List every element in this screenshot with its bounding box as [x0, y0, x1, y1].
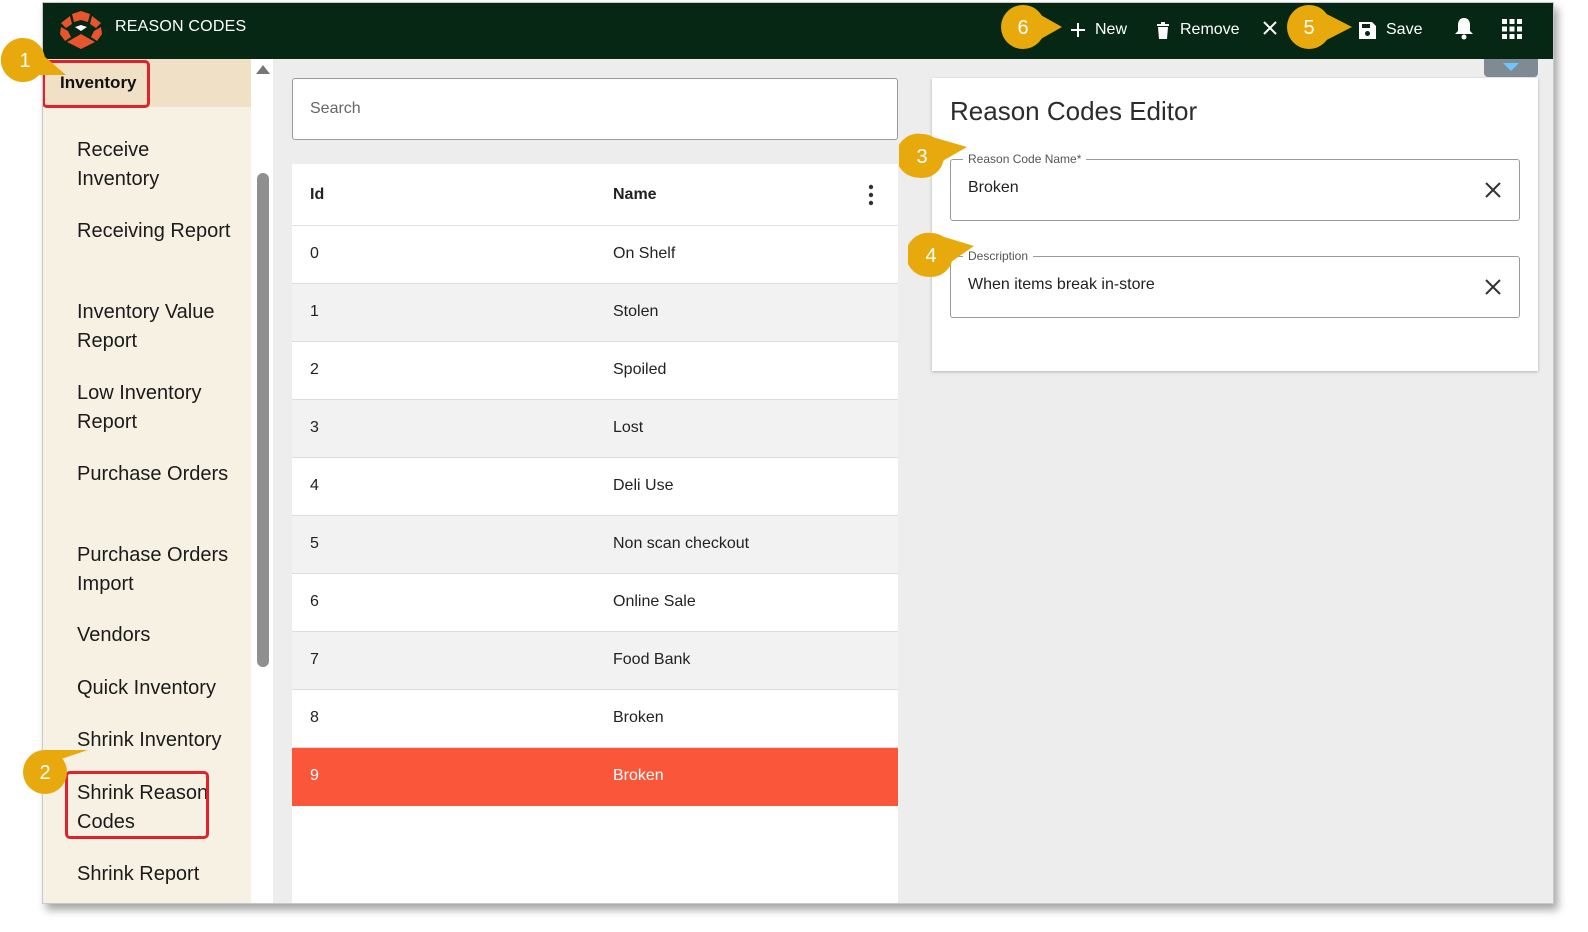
sidebar-item-shrink-inventory[interactable]: Shrink Inventory	[77, 726, 237, 755]
table-row[interactable]: 8 Broken	[292, 690, 898, 748]
save-icon	[1359, 21, 1376, 39]
search-box[interactable]	[292, 78, 898, 140]
cell-id: 5	[310, 535, 319, 552]
column-menu-icon[interactable]	[864, 184, 878, 206]
sidebar-item-inventory-value-report[interactable]: Inventory Value Report	[77, 298, 237, 356]
table-row[interactable]: 5 Non scan checkout	[292, 516, 898, 574]
trash-icon	[1157, 21, 1169, 39]
cell-name: Broken	[613, 709, 664, 726]
column-header-name[interactable]: Name	[613, 186, 657, 204]
callout-1-label: 1	[19, 50, 31, 72]
column-header-id[interactable]: Id	[310, 186, 324, 204]
sidebar-item-purchase-orders[interactable]: Purchase Orders	[77, 460, 237, 489]
sidebar-item-vendors[interactable]: Vendors	[77, 621, 237, 650]
remove-button-label: Remove	[1180, 21, 1240, 38]
grid-header: Id Name	[292, 164, 898, 226]
callout-4-label: 4	[925, 245, 937, 267]
cell-id: 1	[310, 303, 319, 320]
reason-codes-editor-panel: Reason Codes Editor Reason Code Name* Br…	[932, 78, 1538, 371]
new-button-label: New	[1095, 21, 1128, 38]
plus-icon	[1071, 23, 1085, 37]
cell-id: 2	[310, 361, 319, 378]
cell-id: 6	[310, 593, 319, 610]
remove-button[interactable]: Remove	[1156, 15, 1240, 45]
cell-id: 7	[310, 651, 319, 668]
scroll-up-arrow-icon[interactable]	[256, 65, 270, 74]
editor-collapse-toggle[interactable]	[1484, 59, 1538, 77]
scrollbar-thumb[interactable]	[257, 173, 269, 667]
description-field[interactable]: Description When items break in-store	[950, 249, 1520, 318]
table-row[interactable]: 2 Spoiled	[292, 342, 898, 400]
table-row[interactable]: 3 Lost	[292, 400, 898, 458]
table-row[interactable]: 1 Stolen	[292, 284, 898, 342]
app-title: REASON CODES	[115, 18, 247, 35]
cell-name: Food Bank	[613, 651, 691, 668]
callout-2-label: 2	[39, 762, 51, 784]
table-row[interactable]: 0 On Shelf	[292, 226, 898, 284]
cell-name: Broken	[613, 767, 664, 784]
clear-name-icon[interactable]	[1483, 180, 1503, 200]
cell-name: Deli Use	[613, 477, 674, 494]
cell-id: 0	[310, 245, 319, 262]
save-button[interactable]: Save	[1359, 15, 1422, 45]
apps-grid-icon[interactable]	[1502, 19, 1522, 39]
sidebar-item-receive-inventory[interactable]: Receive Inventory	[77, 136, 237, 194]
cell-name: Spoiled	[613, 361, 667, 378]
sidebar-item-purchase-orders-import[interactable]: Purchase Orders Import	[77, 541, 237, 599]
new-button[interactable]: New	[1071, 15, 1127, 45]
reason-code-name-field[interactable]: Reason Code Name* Broken	[950, 152, 1520, 221]
cell-id: 3	[310, 419, 319, 436]
clear-description-icon[interactable]	[1483, 277, 1503, 297]
cell-name: Lost	[613, 419, 644, 436]
table-row-selected[interactable]: 9 Broken	[292, 748, 898, 806]
reason-code-name-value[interactable]: Broken	[968, 179, 1019, 197]
table-row[interactable]: 4 Deli Use	[292, 458, 898, 516]
cell-id: 9	[310, 767, 319, 784]
sidebar-item-receiving-report[interactable]: Receiving Report	[77, 217, 237, 246]
table-row[interactable]: 7 Food Bank	[292, 632, 898, 690]
save-button-label: Save	[1386, 21, 1423, 38]
sidebar-item-quick-inventory[interactable]: Quick Inventory	[77, 674, 237, 703]
cell-name: Stolen	[613, 303, 659, 320]
table-row[interactable]: 6 Online Sale	[292, 574, 898, 632]
description-value[interactable]: When items break in-store	[968, 276, 1155, 294]
callout-6-label: 6	[1017, 17, 1029, 39]
editor-title: Reason Codes Editor	[950, 96, 1198, 126]
reason-codes-grid: Id Name 0 On Shelf 1 Stolen 2 Spoiled 3 …	[292, 164, 898, 903]
reason-code-name-label: Reason Code Name*	[963, 152, 1087, 166]
cell-id: 4	[310, 477, 319, 494]
app-window: REASON CODES New Remove Save Inventory R…	[42, 2, 1554, 904]
cell-name: Non scan checkout	[613, 535, 750, 552]
callout-5-label: 5	[1303, 17, 1315, 39]
cell-name: On Shelf	[613, 245, 676, 262]
sidebar-item-low-inventory-report[interactable]: Low Inventory Report	[77, 379, 237, 437]
close-icon[interactable]	[1262, 20, 1278, 36]
sidebar-scrollbar[interactable]	[251, 59, 273, 903]
search-input[interactable]	[293, 79, 897, 139]
callout-3-label: 3	[916, 146, 928, 168]
sidebar-item-shrink-report[interactable]: Shrink Report	[77, 860, 237, 889]
cell-id: 8	[310, 709, 319, 726]
notification-bell-icon[interactable]	[1453, 16, 1475, 40]
cell-name: Online Sale	[613, 593, 696, 610]
